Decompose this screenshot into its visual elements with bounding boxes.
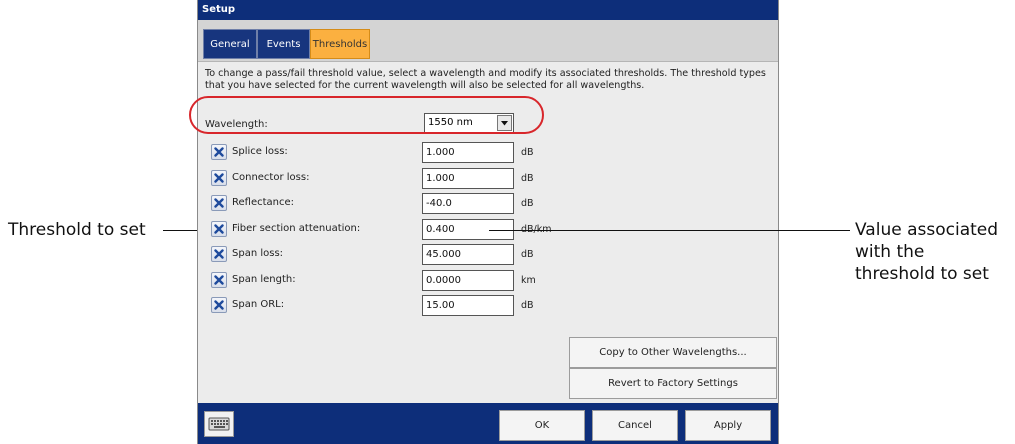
- tab-events[interactable]: Events: [257, 29, 310, 59]
- threshold-value-field[interactable]: -40.0: [422, 193, 514, 214]
- x-mark-icon: [214, 223, 224, 234]
- x-mark-icon: [214, 300, 224, 310]
- x-mark-icon: [214, 249, 224, 259]
- threshold-checkbox[interactable]: [211, 169, 227, 186]
- keyboard-icon[interactable]: [204, 411, 234, 437]
- tab-thresholds[interactable]: Thresholds: [310, 29, 370, 59]
- x-mark-icon: [214, 172, 224, 183]
- threshold-value-field[interactable]: 0.400: [422, 218, 514, 240]
- threshold-checkbox[interactable]: [211, 220, 227, 237]
- callout-line-right: [489, 230, 850, 231]
- wavelength-highlight: [189, 96, 544, 134]
- setup-window: Setup General Events Thresholds To chang…: [197, 0, 779, 444]
- threshold-unit: dB: [521, 147, 534, 158]
- threshold-label: Connector loss:: [232, 171, 310, 183]
- tab-general[interactable]: General: [203, 29, 257, 59]
- threshold-checkbox[interactable]: [211, 144, 227, 160]
- bottom-toolbar: OK Cancel Apply: [198, 403, 778, 444]
- threshold-value-field[interactable]: 45.000: [422, 244, 514, 265]
- cancel-button[interactable]: Cancel: [592, 410, 678, 441]
- threshold-value-field[interactable]: 0.0000: [422, 269, 514, 291]
- threshold-value-field[interactable]: 15.00: [422, 295, 514, 316]
- threshold-checkbox[interactable]: [211, 246, 227, 262]
- threshold-label: Fiber section attenuation:: [232, 222, 361, 234]
- apply-button[interactable]: Apply: [685, 410, 771, 441]
- x-mark-icon: [214, 274, 224, 285]
- ok-button[interactable]: OK: [499, 410, 585, 441]
- instructions-text: To change a pass/fail threshold value, s…: [205, 68, 766, 91]
- threshold-label: Span loss:: [232, 248, 284, 259]
- threshold-checkbox[interactable]: [211, 297, 227, 313]
- threshold-label: Reflectance:: [232, 197, 295, 208]
- callout-right-line3: threshold to set: [855, 264, 989, 284]
- threshold-value-field[interactable]: 1.000: [422, 167, 514, 189]
- x-mark-icon: [214, 147, 224, 157]
- window-title: Setup: [198, 0, 778, 20]
- callout-right-line2: with the: [855, 242, 925, 262]
- threshold-unit: km: [521, 274, 536, 286]
- threshold-value-field[interactable]: 1.000: [422, 142, 514, 163]
- threshold-unit: dB: [521, 249, 534, 260]
- threshold-label: Span ORL:: [232, 299, 285, 310]
- threshold-unit: dB: [521, 198, 534, 209]
- threshold-label: Span length:: [232, 273, 296, 285]
- threshold-checkbox[interactable]: [211, 271, 227, 288]
- threshold-unit: dB: [521, 300, 534, 311]
- tab-strip: General Events Thresholds: [198, 20, 778, 62]
- callout-right-line1: Value associated: [855, 220, 999, 240]
- x-mark-icon: [214, 198, 224, 208]
- threshold-unit: dB: [521, 172, 534, 184]
- callout-threshold-to-set: Threshold to set: [8, 220, 146, 240]
- callout-value-associated: Value associated with the threshold to s…: [855, 219, 998, 285]
- threshold-checkbox[interactable]: [211, 195, 227, 211]
- copy-to-other-wavelengths-button[interactable]: Copy to Other Wavelengths...: [569, 337, 777, 368]
- threshold-label: Splice loss:: [232, 146, 288, 157]
- revert-to-factory-settings-button[interactable]: Revert to Factory Settings: [569, 368, 777, 399]
- threshold-unit: dB/km: [521, 223, 552, 235]
